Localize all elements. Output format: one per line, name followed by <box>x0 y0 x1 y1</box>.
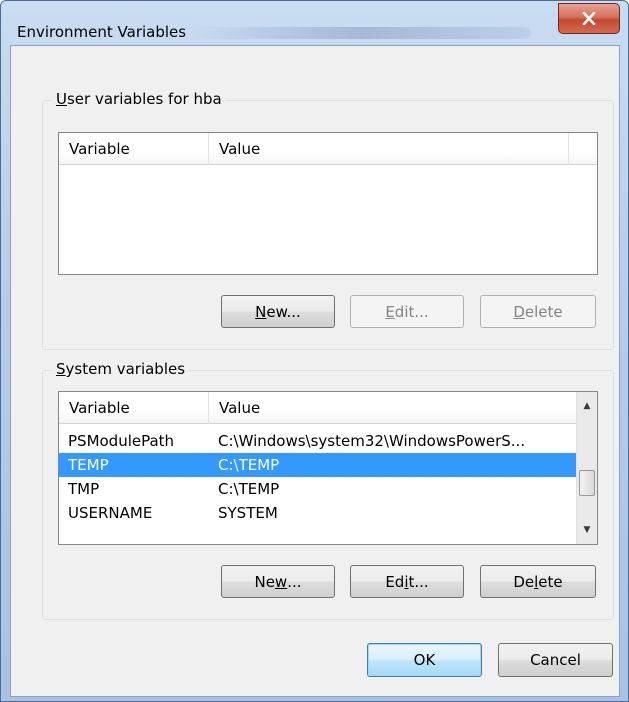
dialog-window: Environment Variables User variables for… <box>0 0 629 702</box>
column-header-value[interactable]: Value <box>209 392 578 424</box>
variable-cell: USERNAME <box>68 504 153 522</box>
column-header-value[interactable]: Value <box>209 133 569 165</box>
table-row-selected[interactable]: TEMP C:\TEMP <box>59 453 578 477</box>
value-cell: C:\TEMP <box>218 480 280 498</box>
window-title: Environment Variables <box>17 23 187 41</box>
scroll-up-icon[interactable]: ▲ <box>577 396 597 416</box>
table-row[interactable]: TMP C:\TEMP <box>59 477 578 501</box>
list-header: Variable Value <box>59 133 597 165</box>
scrollbar-thumb[interactable] <box>579 470 595 496</box>
close-button[interactable] <box>558 3 620 34</box>
ok-button[interactable]: OK <box>367 643 482 677</box>
column-header-variable[interactable]: Variable <box>59 133 209 165</box>
system-new-button[interactable]: Ne w... <box>221 565 335 598</box>
system-variables-label: System variables <box>52 360 190 378</box>
title-bar-ghost-text <box>191 27 531 39</box>
user-delete-button[interactable]: Delete <box>480 295 596 328</box>
variable-cell: TEMP <box>68 456 109 474</box>
system-variables-group: System variables Variable Value PSModule… <box>42 360 614 620</box>
value-cell: C:\Windows\system32\WindowsPowerS... <box>218 432 526 450</box>
value-cell: C:\TEMP <box>218 456 280 474</box>
scroll-down-icon[interactable]: ▼ <box>577 520 597 540</box>
variable-cell: PSModulePath <box>68 432 175 450</box>
value-cell: SYSTEM <box>218 504 278 522</box>
table-row[interactable]: USERNAME SYSTEM <box>59 501 578 525</box>
cancel-button[interactable]: Cancel <box>498 643 613 677</box>
user-variables-group: User variables for hba Variable Value Ne… <box>42 90 614 350</box>
user-edit-button[interactable]: Edit... <box>350 295 464 328</box>
user-variables-label: User variables for hba <box>52 90 226 108</box>
column-header-variable[interactable]: Variable <box>59 392 209 424</box>
system-delete-button[interactable]: De l ete <box>480 565 596 598</box>
user-variables-list[interactable]: Variable Value <box>58 132 598 275</box>
table-row[interactable]: PSModulePath C:\Windows\system32\Windows… <box>59 429 578 453</box>
dialog-client-area: User variables for hba Variable Value Ne… <box>10 45 620 697</box>
close-icon <box>582 12 596 25</box>
user-new-button[interactable]: New... <box>221 295 335 328</box>
list-header: Variable Value <box>59 392 576 424</box>
system-variables-list[interactable]: Variable Value PSModulePath C:\Windows\s… <box>58 391 598 545</box>
vertical-scrollbar[interactable]: ▲ ▼ <box>576 392 597 544</box>
variable-cell: TMP <box>68 480 100 498</box>
system-edit-button[interactable]: Ed i t... <box>350 565 464 598</box>
